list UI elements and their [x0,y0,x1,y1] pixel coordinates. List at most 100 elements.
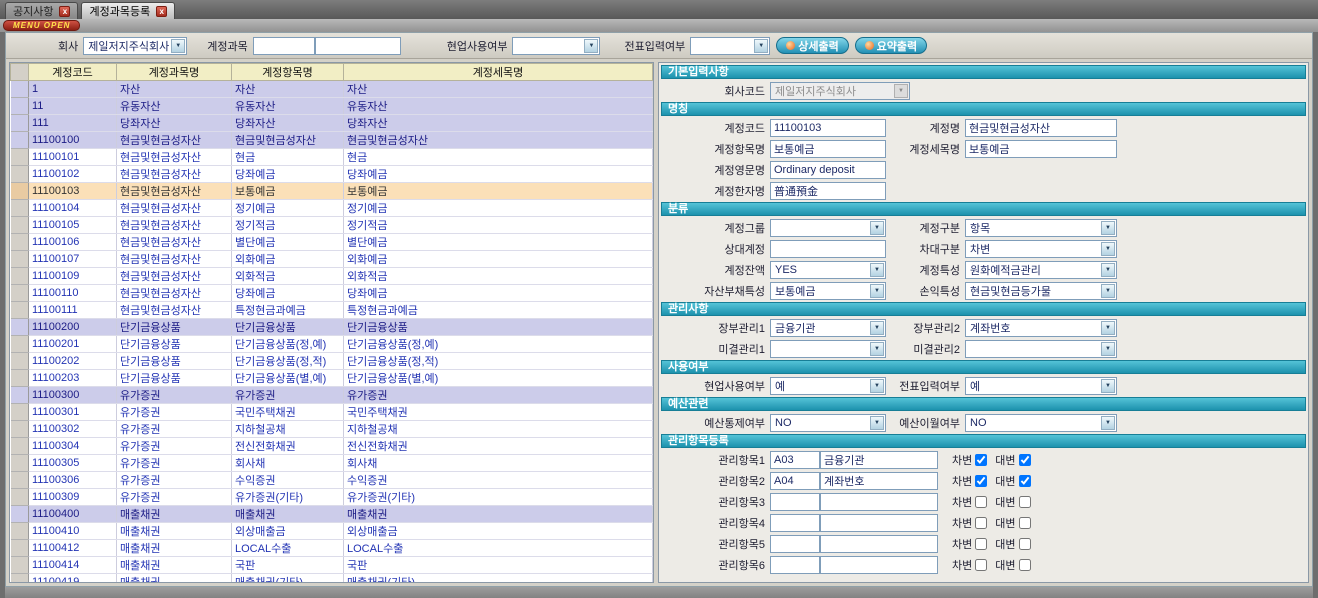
cell-account-detail[interactable]: 전신전화채권 [344,438,653,455]
credit-checkbox[interactable] [1019,559,1031,571]
cell-account-detail[interactable]: 별단예금 [344,234,653,251]
close-icon[interactable]: x [156,6,167,17]
mgmt-item-name-input[interactable] [820,493,938,511]
table-row[interactable]: 11100419 매출채권 매출채권(기타) 매출채권(기타) [11,574,653,584]
cell-account-code[interactable]: 11100419 [29,574,117,584]
close-icon[interactable]: x [59,6,70,17]
table-row[interactable]: 11100104 현금및현금성자산 정기예금 정기예금 [11,200,653,217]
cell-account-code[interactable]: 11100100 [29,132,117,149]
cell-account-detail[interactable]: LOCAL수출 [344,540,653,557]
cell-account-code[interactable]: 11100102 [29,166,117,183]
credit-checkbox[interactable] [1019,454,1031,466]
cell-account-code[interactable]: 11100300 [29,387,117,404]
cell-account-subject[interactable]: 현금및현금성자산 [117,183,232,200]
cell-account-item[interactable]: 회사채 [232,455,344,472]
cell-account-item[interactable]: 당좌예금 [232,285,344,302]
row-indicator[interactable] [11,285,29,302]
cell-account-code[interactable]: 11100201 [29,336,117,353]
cell-account-detail[interactable]: 국판 [344,557,653,574]
account-item-field[interactable] [770,140,886,158]
account-code-field[interactable] [770,119,886,137]
cell-account-item[interactable]: 전신전화채권 [232,438,344,455]
profit-loss-trait-select[interactable]: 현금및현금등가물 [965,282,1117,300]
mgmt-item-code-input[interactable] [770,451,820,469]
field-use-select[interactable]: 예 [770,377,886,395]
cell-account-detail[interactable]: 회사채 [344,455,653,472]
cell-account-code[interactable]: 11100400 [29,506,117,523]
col-header-item[interactable]: 계정항목명 [232,64,344,81]
mgmt-item-code-input[interactable] [770,493,820,511]
table-row[interactable]: 11100101 현금및현금성자산 현금 현금 [11,149,653,166]
cell-account-code[interactable]: 11100200 [29,319,117,336]
pending-manage1-select[interactable] [770,340,886,358]
table-row[interactable]: 11100100 현금및현금성자산 현금및현금성자산 현금및현금성자산 [11,132,653,149]
cell-account-detail[interactable]: 외상매출금 [344,523,653,540]
mgmt-item-name-input[interactable] [820,451,938,469]
cell-account-code[interactable]: 11100105 [29,217,117,234]
cell-account-subject[interactable]: 현금및현금성자산 [117,251,232,268]
cell-account-detail[interactable]: 보통예금 [344,183,653,200]
table-row[interactable]: 11100412 매출채권 LOCAL수출 LOCAL수출 [11,540,653,557]
mgmt-item-name-input[interactable] [820,535,938,553]
cell-account-subject[interactable]: 매출채권 [117,540,232,557]
cell-account-subject[interactable]: 현금및현금성자산 [117,200,232,217]
cell-account-code[interactable]: 11100301 [29,404,117,421]
cell-account-item[interactable]: 단기금융상품(별,예) [232,370,344,387]
row-indicator[interactable] [11,149,29,166]
cell-account-item[interactable]: 국민주택채권 [232,404,344,421]
row-indicator[interactable] [11,506,29,523]
cell-account-item[interactable]: 외상매출금 [232,523,344,540]
cell-account-subject[interactable]: 현금및현금성자산 [117,132,232,149]
asset-liability-trait-select[interactable]: 보통예금 [770,282,886,300]
cell-account-subject[interactable]: 자산 [117,81,232,98]
table-row[interactable]: 11100105 현금및현금성자산 정기적금 정기적금 [11,217,653,234]
row-indicator[interactable] [11,540,29,557]
cell-account-item[interactable]: 정기적금 [232,217,344,234]
table-row[interactable]: 11100201 단기금융상품 단기금융상품(정,예) 단기금융상품(정,예) [11,336,653,353]
table-row[interactable]: 11100200 단기금융상품 단기금융상품 단기금융상품 [11,319,653,336]
cell-account-subject[interactable]: 유가증권 [117,387,232,404]
cell-account-detail[interactable]: 특정현금과예금 [344,302,653,319]
table-row[interactable]: 11100300 유가증권 유가증권 유가증권 [11,387,653,404]
table-row[interactable]: 11100202 단기금융상품 단기금융상품(정,적) 단기금융상품(정,적) [11,353,653,370]
cell-account-detail[interactable]: 정기적금 [344,217,653,234]
cell-account-item[interactable]: 당좌자산 [232,115,344,132]
row-indicator[interactable] [11,98,29,115]
cell-account-detail[interactable]: 단기금융상품(정,적) [344,353,653,370]
cell-account-code[interactable]: 11100306 [29,472,117,489]
row-indicator[interactable] [11,421,29,438]
col-header-detail[interactable]: 계정세목명 [344,64,653,81]
table-row[interactable]: 1 자산 자산 자산 [11,81,653,98]
cell-account-detail[interactable]: 유가증권(기타) [344,489,653,506]
cell-account-item[interactable]: 국판 [232,557,344,574]
cell-account-code[interactable]: 11 [29,98,117,115]
cell-account-detail[interactable]: 외화예금 [344,251,653,268]
table-row[interactable]: 11100304 유가증권 전신전화채권 전신전화채권 [11,438,653,455]
cell-account-detail[interactable]: 매출채권 [344,506,653,523]
cell-account-subject[interactable]: 매출채권 [117,574,232,584]
row-indicator[interactable] [11,81,29,98]
cell-account-code[interactable]: 11100302 [29,421,117,438]
table-row[interactable]: 11100107 현금및현금성자산 외화예금 외화예금 [11,251,653,268]
row-indicator[interactable] [11,336,29,353]
detail-print-button[interactable]: 상세출력 [776,37,848,54]
cell-account-code[interactable]: 11100309 [29,489,117,506]
cell-account-subject[interactable]: 유가증권 [117,421,232,438]
table-row[interactable]: 11100306 유가증권 수익증권 수익증권 [11,472,653,489]
row-indicator[interactable] [11,268,29,285]
budget-control-select[interactable]: NO [770,414,886,432]
cell-account-subject[interactable]: 단기금융상품 [117,370,232,387]
cell-account-code[interactable]: 111 [29,115,117,132]
cell-account-subject[interactable]: 유가증권 [117,472,232,489]
account-code-input[interactable] [253,37,315,55]
cell-account-code[interactable]: 11100414 [29,557,117,574]
table-row[interactable]: 111 당좌자산 당좌자산 당좌자산 [11,115,653,132]
account-name-field[interactable] [965,119,1117,137]
table-row[interactable]: 11100414 매출채권 국판 국판 [11,557,653,574]
debit-checkbox[interactable] [975,517,987,529]
row-indicator[interactable] [11,183,29,200]
cell-account-item[interactable]: 외화적금 [232,268,344,285]
cell-account-subject[interactable]: 매출채권 [117,557,232,574]
table-row[interactable]: 11100410 매출채권 외상매출금 외상매출금 [11,523,653,540]
cell-account-code[interactable]: 11100203 [29,370,117,387]
